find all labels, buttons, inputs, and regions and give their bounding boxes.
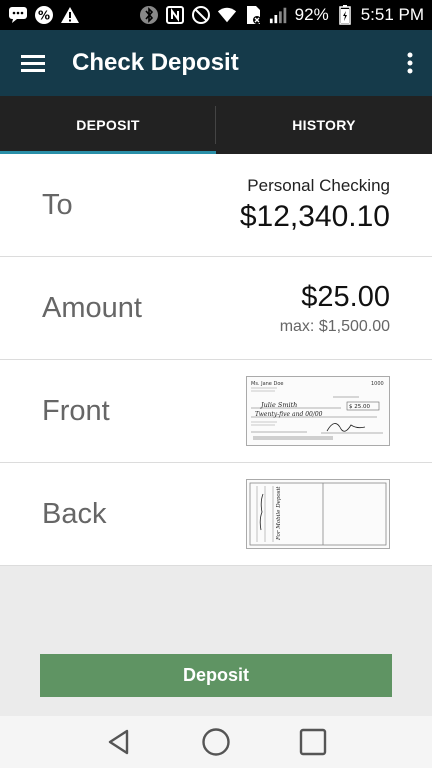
sim-icon xyxy=(243,5,263,25)
recents-icon[interactable] xyxy=(293,722,333,762)
status-bar: % 92% 5:51 PM xyxy=(0,0,432,30)
mute-icon xyxy=(191,5,211,25)
clock: 5:51 PM xyxy=(360,5,424,24)
chat-icon xyxy=(8,5,28,25)
overflow-menu-icon[interactable] xyxy=(388,30,432,96)
tab-history[interactable]: HISTORY xyxy=(216,96,432,154)
to-label: To xyxy=(42,188,73,221)
nfc-icon xyxy=(165,5,185,25)
amount-row[interactable]: Amount $25.00 max: $1,500.00 xyxy=(0,257,432,360)
check-back-endorsement: For Mobile Deposit xyxy=(276,486,282,541)
check-front-thumbnail[interactable]: Ms. Jane Doe 1000 Julie Smith $ 25.00 Tw… xyxy=(246,376,390,446)
tab-bar: DEPOSIT HISTORY xyxy=(0,96,432,154)
bluetooth-icon xyxy=(139,5,159,25)
check-front-payee: Julie Smith xyxy=(259,401,297,409)
battery-icon xyxy=(335,5,355,25)
check-front-amount: $ 25.00 xyxy=(349,404,370,410)
back-image-row[interactable]: Back For Mobile Deposit xyxy=(0,463,432,566)
check-front-written: Twenty-five and 00/00 xyxy=(255,411,323,418)
wifi-icon xyxy=(217,5,237,25)
back-icon[interactable] xyxy=(99,722,139,762)
deposit-form: To Personal Checking $12,340.10 Amount $… xyxy=(0,154,432,566)
warning-icon xyxy=(60,5,80,25)
hamburger-menu-icon[interactable] xyxy=(0,30,66,96)
amount-value: $25.00 xyxy=(301,280,390,313)
amount-max: max: $1,500.00 xyxy=(279,317,390,335)
deposit-button[interactable]: Deposit xyxy=(40,654,392,697)
to-account-row[interactable]: To Personal Checking $12,340.10 xyxy=(0,154,432,257)
page-title: Check Deposit xyxy=(72,49,239,76)
system-nav-bar xyxy=(0,716,432,768)
check-back-thumbnail[interactable]: For Mobile Deposit xyxy=(246,479,390,549)
signal-icon xyxy=(269,5,289,25)
check-front-number: 1000 xyxy=(371,381,384,387)
tab-deposit[interactable]: DEPOSIT xyxy=(0,96,216,154)
front-label: Front xyxy=(42,394,110,427)
account-name: Personal Checking xyxy=(247,176,390,195)
home-icon[interactable] xyxy=(196,722,236,762)
svg-text:%: % xyxy=(38,9,50,23)
back-label: Back xyxy=(42,497,107,530)
front-image-row[interactable]: Front Ms. Jane Doe 1000 Julie Smith $ 25… xyxy=(0,360,432,463)
battery-percent: 92% xyxy=(294,5,329,24)
account-balance: $12,340.10 xyxy=(239,200,390,233)
percent-icon: % xyxy=(34,5,54,25)
amount-label: Amount xyxy=(42,291,142,324)
check-front-name: Ms. Jane Doe xyxy=(251,381,283,387)
app-bar: Check Deposit xyxy=(0,30,432,96)
